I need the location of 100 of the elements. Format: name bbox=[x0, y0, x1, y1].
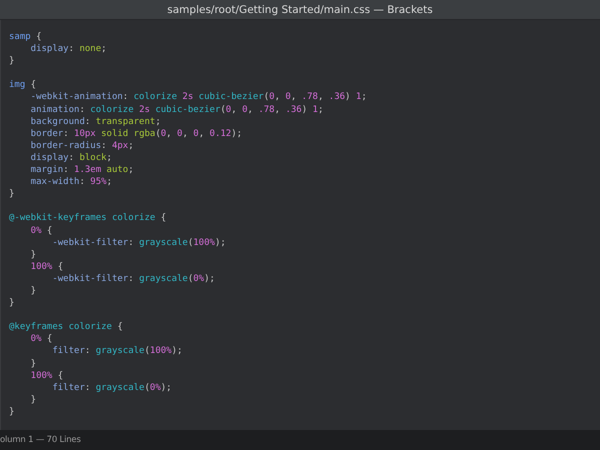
punctuation-token: : bbox=[63, 164, 70, 176]
at-rule-token: colorize bbox=[68, 321, 112, 334]
punctuation-token: : bbox=[68, 152, 76, 164]
number-token: 1 bbox=[356, 91, 362, 104]
number-token: .36 bbox=[285, 104, 302, 116]
property-token: border-radius bbox=[30, 140, 102, 152]
number-token: 1.3em bbox=[74, 164, 102, 176]
property-token: animation bbox=[30, 104, 80, 116]
punctuation-token: } bbox=[9, 297, 14, 310]
selector-token: samp bbox=[9, 31, 31, 44]
number-token: 4px bbox=[112, 140, 128, 152]
window-title: samples/root/Getting Started/main.css — Brackets bbox=[167, 4, 433, 16]
punctuation-token: ; bbox=[128, 164, 134, 176]
number-token: 1 bbox=[312, 104, 318, 116]
punctuation-token: ); bbox=[204, 272, 215, 285]
punctuation-token: { bbox=[35, 31, 42, 44]
punctuation-token: ; bbox=[106, 152, 112, 164]
punctuation-token: , bbox=[182, 128, 189, 140]
at-rule-token: colorize bbox=[110, 212, 156, 224]
property-token: filter bbox=[51, 345, 85, 358]
property-token: -webkit-animation bbox=[30, 91, 123, 104]
status-text: olumn 1 — 70 Lines bbox=[0, 435, 81, 445]
number-token: 100% bbox=[193, 236, 215, 249]
punctuation-token: ( bbox=[188, 272, 194, 285]
number-token: 2s bbox=[138, 104, 150, 116]
punctuation-token: ; bbox=[101, 43, 107, 56]
number-token: .36 bbox=[328, 91, 346, 104]
punctuation-token: } bbox=[9, 55, 14, 68]
keyword-token: rgba bbox=[132, 128, 156, 140]
number-token: 0% bbox=[193, 272, 204, 285]
at-rule-token: @keyframes bbox=[9, 321, 64, 334]
punctuation-token: , bbox=[247, 104, 254, 116]
number-token: .78 bbox=[302, 91, 318, 104]
property-token: -webkit-filter bbox=[51, 272, 128, 285]
number-token: 0% bbox=[30, 333, 42, 346]
punctuation-token: : bbox=[63, 128, 70, 140]
punctuation-token: { bbox=[116, 321, 123, 334]
punctuation-token: ; bbox=[318, 104, 324, 116]
punctuation-token: ; bbox=[106, 176, 112, 188]
number-token: 100% bbox=[30, 370, 52, 382]
property-token: -webkit-filter bbox=[51, 236, 128, 249]
function-token: colorize bbox=[90, 104, 134, 116]
punctuation-token: ) bbox=[302, 104, 308, 116]
punctuation-token: ; bbox=[128, 140, 134, 152]
punctuation-token: ); bbox=[160, 382, 172, 394]
punctuation-token: : bbox=[84, 116, 92, 128]
property-token: margin bbox=[30, 164, 64, 176]
punctuation-token: { bbox=[46, 333, 52, 346]
punctuation-token: } bbox=[30, 394, 36, 406]
number-token: 100% bbox=[30, 260, 52, 273]
punctuation-token: { bbox=[56, 370, 64, 382]
number-token: .78 bbox=[258, 104, 275, 116]
punctuation-token: ; bbox=[155, 116, 161, 128]
punctuation-token: { bbox=[30, 79, 36, 92]
punctuation-token: , bbox=[166, 128, 173, 140]
property-token: filter bbox=[51, 382, 85, 394]
punctuation-token: : bbox=[68, 43, 76, 56]
punctuation-token: ( bbox=[144, 382, 150, 394]
punctuation-token: , bbox=[318, 91, 324, 104]
property-token: border bbox=[30, 128, 64, 140]
punctuation-token: ) bbox=[345, 91, 352, 104]
number-token: 0 bbox=[269, 91, 275, 104]
punctuation-token: , bbox=[290, 91, 298, 104]
number-token: 0% bbox=[150, 382, 161, 394]
punctuation-token: ( bbox=[155, 128, 161, 140]
number-token: 10px bbox=[74, 128, 96, 140]
property-token: background bbox=[30, 116, 85, 128]
punctuation-token: ( bbox=[264, 91, 270, 104]
number-token: 95% bbox=[90, 176, 107, 188]
punctuation-token: : bbox=[84, 382, 92, 394]
number-token: 100% bbox=[150, 345, 172, 358]
punctuation-token: } bbox=[30, 358, 36, 370]
function-token: cubic-bezier bbox=[154, 104, 220, 116]
punctuation-token: } bbox=[30, 284, 36, 298]
function-token: cubic-bezier bbox=[198, 91, 264, 104]
number-token: 0 bbox=[285, 91, 291, 104]
punctuation-token: ); bbox=[214, 236, 226, 249]
function-token: grayscale bbox=[139, 236, 188, 249]
number-token: 0 bbox=[226, 104, 232, 116]
punctuation-token: { bbox=[46, 224, 52, 237]
function-token: grayscale bbox=[96, 345, 144, 358]
punctuation-token: ( bbox=[188, 236, 194, 249]
number-token: 0 bbox=[242, 104, 248, 116]
punctuation-token: : bbox=[79, 176, 86, 188]
punctuation-token: } bbox=[9, 188, 14, 200]
punctuation-token: { bbox=[160, 212, 166, 224]
punctuation-token: , bbox=[274, 104, 282, 116]
punctuation-token: } bbox=[9, 406, 14, 418]
punctuation-token: } bbox=[30, 248, 36, 261]
punctuation-token: ); bbox=[172, 345, 182, 358]
keyword-token: none bbox=[79, 43, 102, 56]
selector-token: img bbox=[9, 79, 26, 92]
punctuation-token: , bbox=[198, 128, 206, 140]
function-token: colorize bbox=[134, 91, 177, 104]
number-token: 0.12 bbox=[210, 128, 232, 140]
number-token: 0 bbox=[160, 128, 166, 140]
punctuation-token: , bbox=[274, 91, 281, 104]
keyword-token: auto bbox=[106, 164, 128, 176]
punctuation-token: ); bbox=[231, 128, 242, 140]
property-token: max-width bbox=[30, 176, 80, 188]
